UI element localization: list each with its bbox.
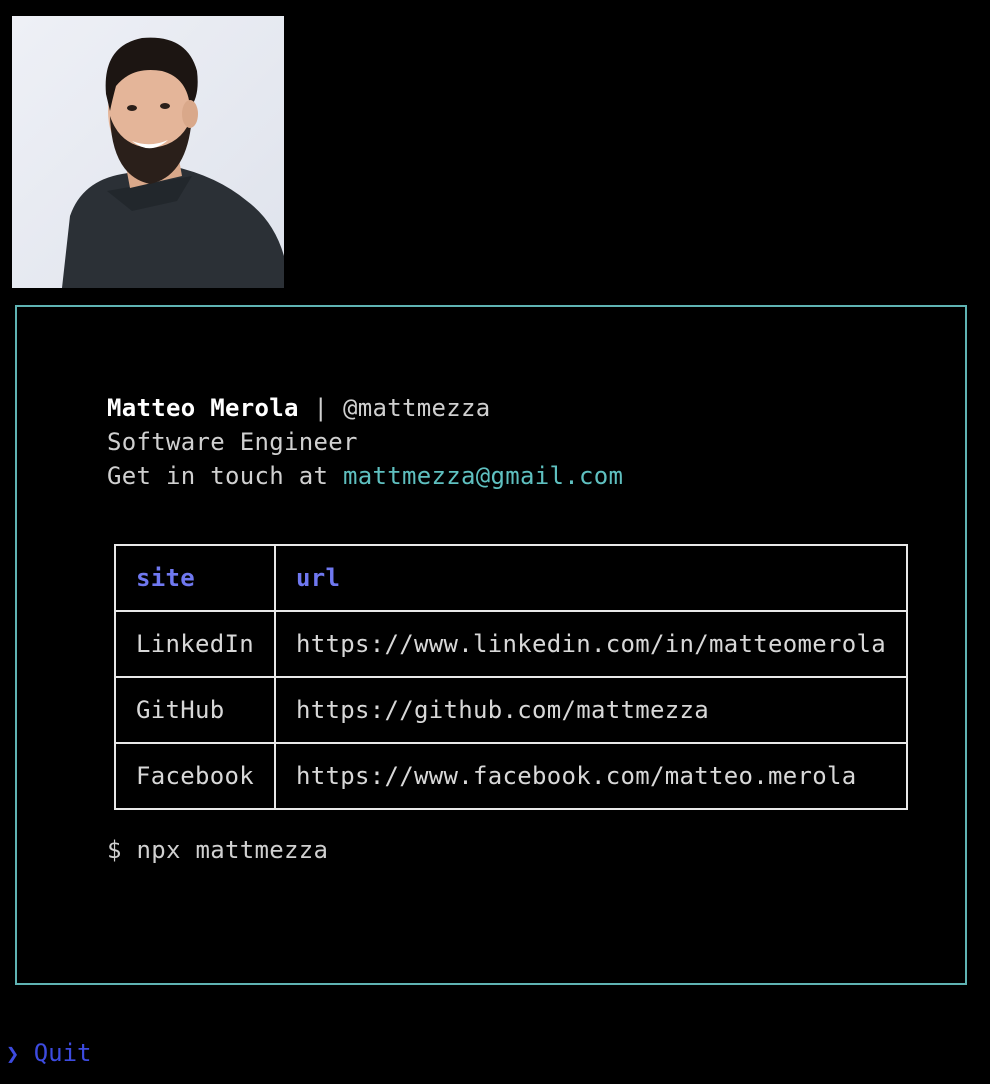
profile-name: Matteo Merola [107,394,299,422]
quit-menu-item[interactable]: ❯ Quit [6,1036,92,1072]
table-header-row: site url [114,544,908,612]
table-row: GitHub https://github.com/mattmezza [114,676,908,744]
quit-label: Quit [33,1039,92,1067]
url-cell[interactable]: https://github.com/mattmezza [274,676,908,744]
site-cell: GitHub [114,676,276,744]
name-line: Matteo Merola | @mattmezza [107,391,491,425]
contact-prefix: Get in touch at [107,462,343,490]
profile-photo [12,16,284,288]
url-cell[interactable]: https://www.linkedin.com/in/matteomerola [274,610,908,678]
name-separator: | [298,394,343,422]
site-cell: LinkedIn [114,610,276,678]
table-row: LinkedIn https://www.linkedin.com/in/mat… [114,610,908,678]
profile-handle: @mattmezza [343,394,491,422]
command-line: $ npx mattmezza [107,836,329,864]
contact-line: Get in touch at mattmezza@gmail.com [107,459,623,493]
chevron-right-icon: ❯ [6,1042,20,1067]
links-table: site url LinkedIn https://www.linkedin.c… [114,544,908,810]
email-link[interactable]: mattmezza@gmail.com [343,462,623,490]
table-row: Facebook https://www.facebook.com/matteo… [114,742,908,810]
profile-card: Matteo Merola | @mattmezza Software Engi… [15,305,967,985]
url-cell[interactable]: https://www.facebook.com/matteo.merola [274,742,908,810]
site-cell: Facebook [114,742,276,810]
profile-title: Software Engineer [107,428,358,456]
header-site: site [114,544,276,612]
header-url: url [274,544,908,612]
